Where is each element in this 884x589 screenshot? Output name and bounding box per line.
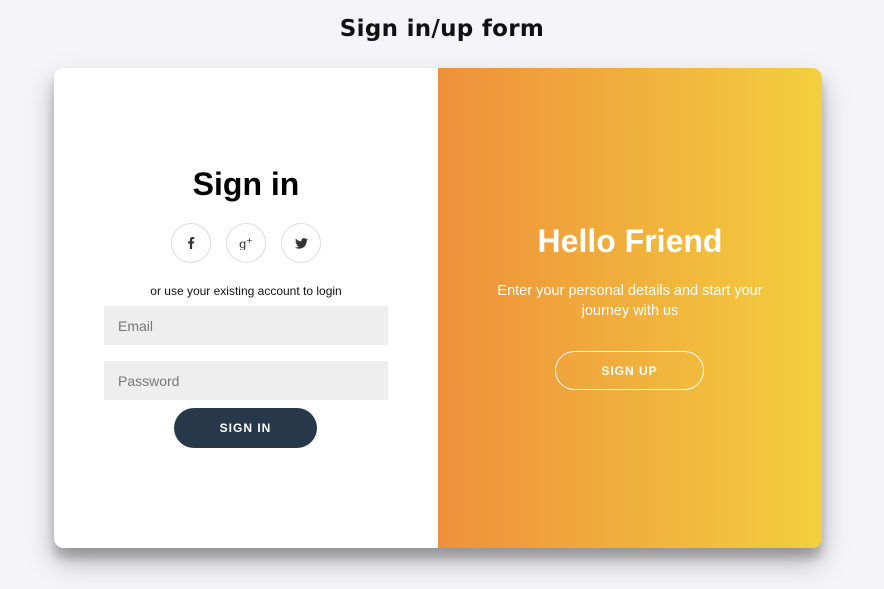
email-field[interactable] — [104, 306, 388, 345]
overlay-panel: Hello Friend Enter your personal details… — [438, 68, 822, 548]
signup-button[interactable]: SIGN UP — [555, 351, 704, 390]
overlay-heading: Hello Friend — [537, 223, 723, 259]
page-title: Sign in/up form — [339, 16, 545, 42]
signin-heading: Sign in — [192, 166, 300, 202]
auth-card: Sign in g + or use your existing account… — [54, 68, 822, 548]
password-field[interactable] — [104, 361, 388, 400]
google-plus-button[interactable]: g + — [226, 223, 266, 263]
overlay-text: Enter your personal details and start yo… — [497, 283, 763, 319]
social-buttons: g + — [54, 223, 438, 263]
login-hint: or use your existing account to login — [150, 284, 342, 298]
signin-panel: Sign in g + or use your existing account… — [54, 68, 438, 548]
twitter-button[interactable] — [281, 223, 321, 263]
google-plus-icon: g + — [239, 237, 253, 250]
facebook-icon — [186, 237, 196, 249]
facebook-button[interactable] — [171, 223, 211, 263]
signin-button[interactable]: SIGN IN — [174, 408, 317, 448]
twitter-icon — [294, 237, 308, 249]
svg-text:+: + — [246, 237, 253, 245]
